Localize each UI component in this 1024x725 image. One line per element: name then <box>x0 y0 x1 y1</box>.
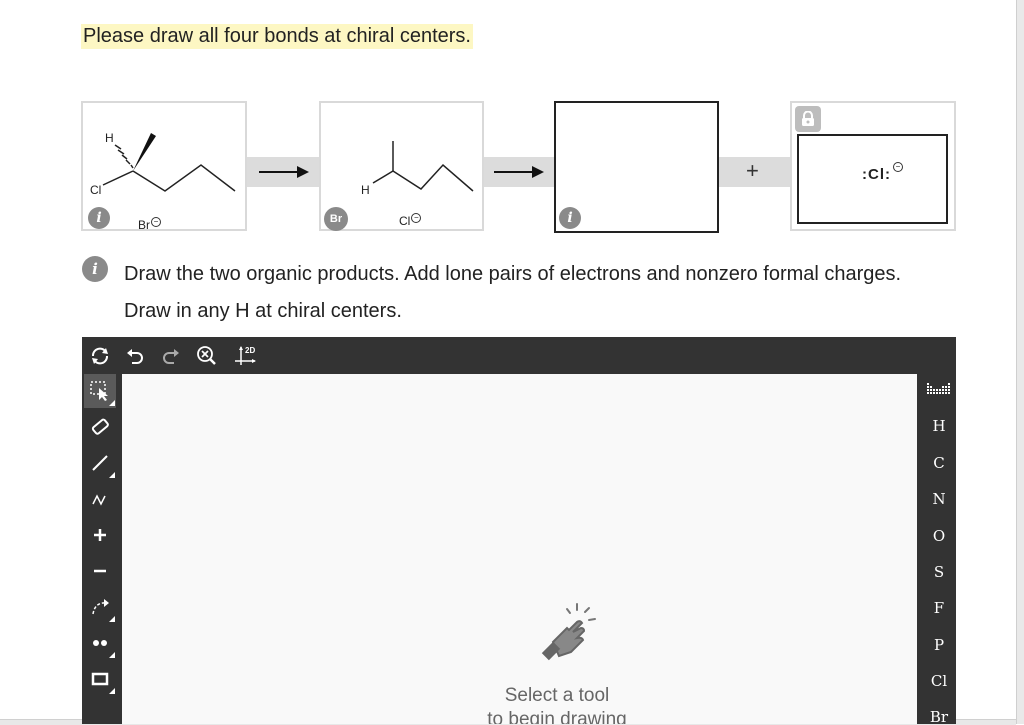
eraser-tool-icon[interactable] <box>84 410 116 444</box>
element-palette: H C N O S F P Cl Br <box>922 374 956 724</box>
arrow-right-icon <box>494 166 544 178</box>
product-drop-box[interactable]: i <box>554 101 719 233</box>
plus-sign: + <box>746 158 759 183</box>
instruction-text: Please draw all four bonds at chiral cen… <box>81 24 473 49</box>
question-text: Draw the two organic products. Add lone … <box>124 263 902 322</box>
canvas-hint-line1: Select a tool <box>504 685 610 706</box>
question-info-icon[interactable]: i <box>82 256 108 282</box>
bromide-ion-badge: Br <box>324 207 348 231</box>
element-s[interactable]: S <box>922 563 956 581</box>
zoom-clear-icon[interactable] <box>194 343 220 369</box>
arrow-connector-2 <box>484 157 554 187</box>
chloride-label: :Cl: <box>862 166 891 183</box>
reset-icon[interactable] <box>87 343 113 369</box>
reactant-h-label: H <box>105 131 114 145</box>
intermediate-box: H Br Cl − <box>319 101 484 231</box>
arrow-connector-1 <box>247 157 319 187</box>
canvas-hint: Select a tool to begin drawing <box>472 684 642 724</box>
element-br[interactable]: Br <box>922 708 956 724</box>
reactant-cl-label: Cl <box>90 183 102 197</box>
negative-charge-tool-icon[interactable] <box>84 554 116 588</box>
intermediate-h-label: H <box>361 183 370 197</box>
arrow-tool-icon[interactable] <box>84 590 116 624</box>
select-tool-icon[interactable] <box>84 374 116 408</box>
editor-top-toolbar: 2D <box>82 337 956 374</box>
periodic-table-icon[interactable] <box>922 382 956 401</box>
clean-2d-label: 2D <box>245 346 256 355</box>
element-c[interactable]: C <box>922 454 956 472</box>
plus-connector: + <box>719 157 790 187</box>
drawing-canvas[interactable]: Select a tool to begin drawing <box>122 374 917 724</box>
reactant-br-label: Br − <box>138 217 161 232</box>
canvas-hint-line2: to begin drawing <box>487 709 627 724</box>
editor-left-toolbar <box>82 374 116 724</box>
negative-charge-icon: − <box>411 213 422 223</box>
shape-tool-icon[interactable] <box>84 662 116 696</box>
undo-icon[interactable] <box>122 343 148 369</box>
element-o[interactable]: O <box>922 527 956 545</box>
negative-charge-icon: − <box>151 217 161 227</box>
element-p[interactable]: P <box>922 636 956 654</box>
redo-icon[interactable] <box>158 343 184 369</box>
intermediate-cl-label: Cl − <box>399 213 422 228</box>
page-scrollbar-edge <box>1016 0 1024 724</box>
element-h[interactable]: H <box>922 417 956 435</box>
info-icon[interactable]: i <box>88 207 110 229</box>
clean-2d-icon[interactable]: 2D <box>232 343 258 369</box>
lone-pair-tool-icon[interactable] <box>84 626 116 660</box>
arrow-right-icon <box>259 166 309 178</box>
chain-tool-icon[interactable] <box>84 482 116 516</box>
lock-icon <box>795 106 821 132</box>
info-icon[interactable]: i <box>559 207 581 229</box>
tap-hand-icon <box>537 598 607 673</box>
positive-charge-tool-icon[interactable] <box>84 518 116 552</box>
single-bond-tool-icon[interactable] <box>84 446 116 480</box>
negative-charge-icon: − <box>893 162 903 172</box>
intermediate-structure <box>372 141 474 192</box>
element-cl[interactable]: Cl <box>922 672 956 690</box>
chloride-structure-box: :Cl: − <box>797 134 948 224</box>
reactant-box: H Cl Br − i <box>81 101 247 232</box>
drawing-editor: 2D Select a tool to begin drawing H C N … <box>82 337 956 724</box>
element-f[interactable]: F <box>922 599 956 617</box>
element-n[interactable]: N <box>922 490 956 508</box>
